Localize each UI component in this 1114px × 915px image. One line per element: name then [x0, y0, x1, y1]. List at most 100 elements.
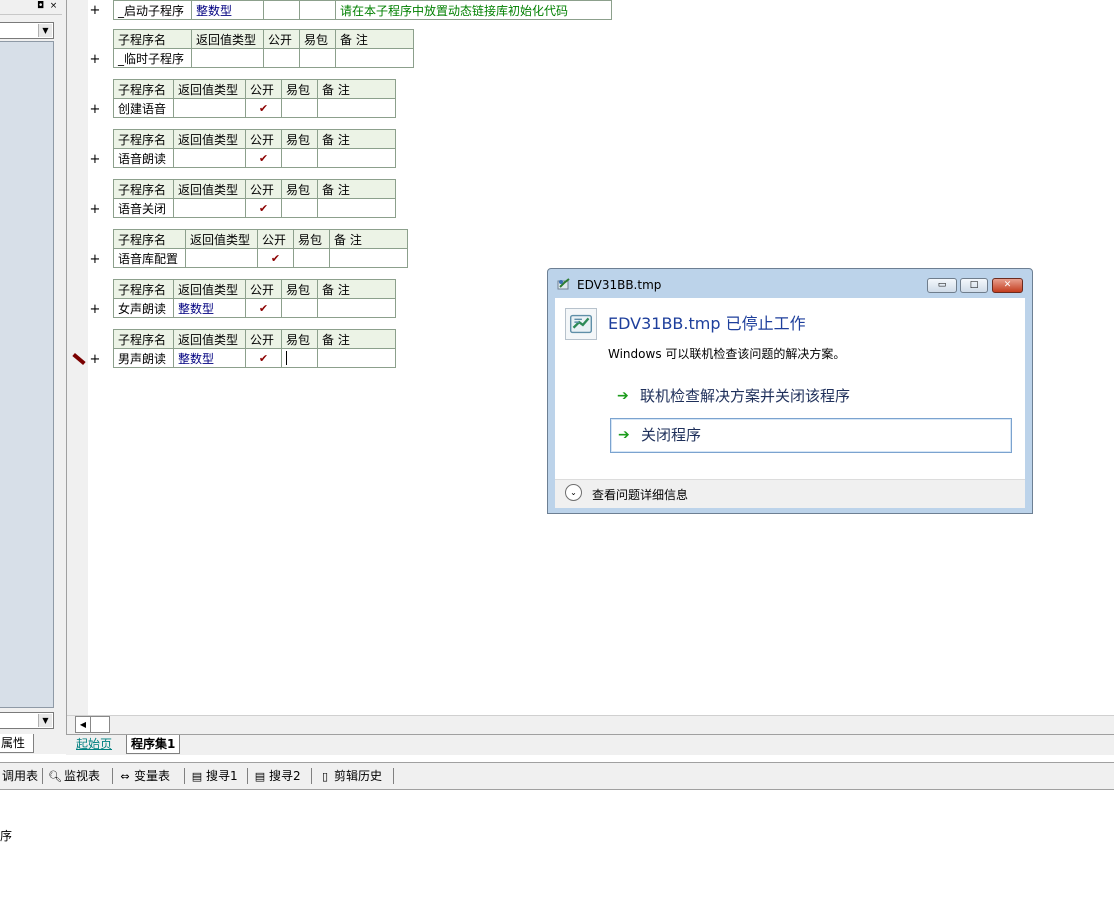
watch-table-button[interactable]: 🔍︎ 监视表 — [48, 767, 100, 785]
note-cell[interactable] — [317, 298, 396, 318]
subroutine-row[interactable]: 语音朗读 ✔ — [113, 148, 396, 168]
easy-pack-cell[interactable] — [293, 248, 330, 268]
expand-icon[interactable]: + — [88, 303, 102, 316]
header-public: 公开 — [245, 129, 282, 149]
clipboard-icon: ▯ — [321, 770, 329, 783]
header-public: 公开 — [245, 79, 282, 99]
note-cell[interactable] — [317, 348, 396, 368]
header-easy-pack: 易包 — [281, 279, 318, 299]
public-check-icon[interactable]: ✔ — [245, 298, 282, 318]
maximize-button[interactable]: □ — [960, 278, 988, 293]
subroutine-row[interactable]: 语音库配置 ✔ — [113, 248, 408, 268]
subroutine-row[interactable]: 男声朗读 整数型 ✔ — [113, 348, 396, 368]
search2-button[interactable]: ▤ 搜寻2 — [253, 767, 301, 785]
search1-button[interactable]: ▤ 搜寻1 — [190, 767, 238, 785]
header-row: 子程序名 返回值类型 公开 易包 备 注 — [113, 29, 414, 49]
variables-icon: ⇔ — [120, 770, 130, 783]
return-type[interactable] — [185, 248, 258, 268]
check-online-button[interactable]: ➔ 联机检查解决方案并关闭该程序 — [610, 380, 1012, 415]
public-check-icon[interactable]: ✔ — [245, 98, 282, 118]
note-cell[interactable] — [317, 98, 396, 118]
public-check-icon[interactable]: ✔ — [257, 248, 294, 268]
scroll-thumb[interactable] — [90, 716, 110, 733]
horizontal-scrollbar[interactable]: ◀ — [67, 715, 1114, 734]
toolbar-divider — [112, 768, 113, 784]
note-cell[interactable]: 请在本子程序中放置动态链接库初始化代码 — [335, 0, 612, 20]
header-return-type: 返回值类型 — [191, 29, 264, 49]
public-cell[interactable] — [263, 0, 300, 20]
expand-icon[interactable]: + — [88, 103, 102, 116]
header-note: 备 注 — [317, 129, 396, 149]
header-name: 子程序名 — [113, 79, 174, 99]
chevron-down-icon[interactable]: ▼ — [38, 24, 52, 37]
magnifier-icon: 🔍︎ — [48, 770, 62, 783]
call-table-button[interactable]: 调用表 — [2, 767, 38, 785]
easy-pack-cell[interactable] — [281, 348, 318, 368]
public-cell[interactable] — [263, 48, 300, 68]
scroll-left-icon[interactable]: ◀ — [75, 716, 91, 733]
expand-icon[interactable]: + — [88, 353, 102, 366]
tab-properties[interactable]: 属性 — [0, 734, 34, 753]
easy-pack-cell[interactable] — [281, 98, 318, 118]
event-selector-combo[interactable]: ▼ — [0, 712, 54, 729]
tab-start-page[interactable]: 起始页 — [72, 735, 116, 753]
subroutine-name[interactable]: 男声朗读 — [113, 348, 174, 368]
subroutine-name[interactable]: _启动子程序 — [113, 0, 192, 20]
expand-icon[interactable]: + — [88, 4, 102, 17]
subroutine-name[interactable]: 语音关闭 — [113, 198, 174, 218]
app-icon — [557, 278, 570, 290]
public-check-icon[interactable]: ✔ — [245, 148, 282, 168]
easy-pack-cell[interactable] — [281, 298, 318, 318]
subroutine-name[interactable]: 女声朗读 — [113, 298, 174, 318]
note-cell[interactable] — [317, 198, 396, 218]
subroutine-row[interactable]: 创建语音 ✔ — [113, 98, 396, 118]
note-cell[interactable] — [335, 48, 414, 68]
chevron-down-icon[interactable]: ▼ — [38, 714, 52, 727]
header-easy-pack: 易包 — [281, 129, 318, 149]
view-details-link[interactable]: 查看问题详细信息 — [592, 486, 688, 503]
return-type[interactable]: 整数型 — [173, 348, 246, 368]
property-list[interactable] — [0, 41, 54, 708]
left-panel-title-strip: ◘ × — [0, 0, 62, 15]
close-button[interactable]: ✕ — [992, 278, 1023, 293]
object-selector-combo[interactable]: ▼ — [0, 22, 54, 39]
subroutine-name[interactable]: _临时子程序 — [113, 48, 192, 68]
expand-icon[interactable]: + — [88, 153, 102, 166]
subroutine-name[interactable]: 语音库配置 — [113, 248, 186, 268]
expand-icon[interactable]: + — [88, 203, 102, 216]
expand-icon[interactable]: + — [88, 53, 102, 66]
return-type[interactable] — [173, 148, 246, 168]
return-type[interactable] — [173, 198, 246, 218]
expand-icon[interactable]: + — [88, 253, 102, 266]
close-program-button[interactable]: ➔ 关闭程序 — [610, 418, 1012, 453]
easy-pack-cell[interactable] — [281, 198, 318, 218]
output-panel[interactable]: 序 — [0, 790, 1114, 915]
panel-close-icon[interactable]: × — [48, 1, 59, 12]
note-cell[interactable] — [317, 148, 396, 168]
clip-history-button[interactable]: ▯ 剪辑历史 — [318, 767, 382, 785]
header-name: 子程序名 — [113, 179, 174, 199]
tab-program-set-1[interactable]: 程序集1 — [126, 735, 181, 754]
header-name: 子程序名 — [113, 29, 192, 49]
return-type[interactable]: 整数型 — [191, 0, 264, 20]
chevron-down-icon[interactable]: ⌄ — [565, 484, 582, 501]
subroutine-name[interactable]: 创建语音 — [113, 98, 174, 118]
variable-table-button[interactable]: ⇔ 变量表 — [118, 767, 170, 785]
subroutine-row[interactable]: _临时子程序 — [113, 48, 414, 68]
easy-pack-cell[interactable] — [281, 148, 318, 168]
easy-pack-cell[interactable] — [299, 48, 336, 68]
subroutine-name[interactable]: 语音朗读 — [113, 148, 174, 168]
return-type[interactable] — [191, 48, 264, 68]
minimize-button[interactable]: ▭ — [927, 278, 957, 293]
return-type[interactable] — [173, 98, 246, 118]
easy-pack-cell[interactable] — [299, 0, 336, 20]
subroutine-row[interactable]: 女声朗读 整数型 ✔ — [113, 298, 396, 318]
subroutine-row[interactable]: _启动子程序 整数型 请在本子程序中放置动态链接库初始化代码 — [113, 0, 612, 20]
public-check-icon[interactable]: ✔ — [245, 198, 282, 218]
dialog-titlebar[interactable]: EDV31BB.tmp ▭ □ ✕ — [548, 269, 1032, 298]
subroutine-row[interactable]: 语音关闭 ✔ — [113, 198, 396, 218]
note-cell[interactable] — [329, 248, 408, 268]
pin-icon[interactable]: ◘ — [35, 1, 46, 12]
public-check-icon[interactable]: ✔ — [245, 348, 282, 368]
return-type[interactable]: 整数型 — [173, 298, 246, 318]
